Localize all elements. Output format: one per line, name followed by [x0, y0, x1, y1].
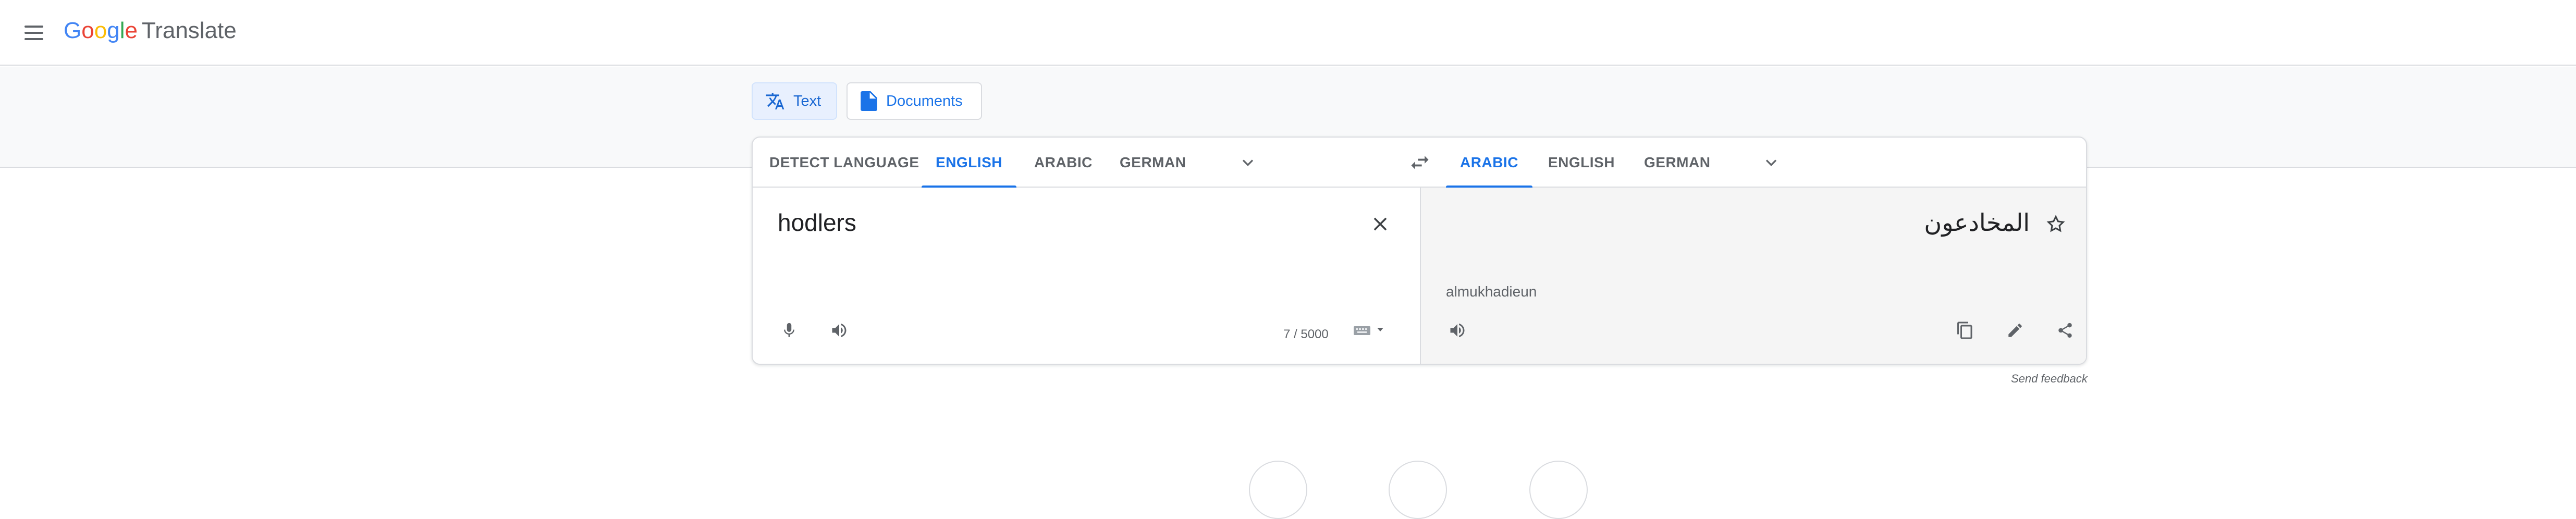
microphone-icon[interactable]	[776, 317, 803, 344]
edit-pencil-icon[interactable]	[2002, 317, 2029, 344]
share-icon[interactable]	[2052, 317, 2079, 344]
logo-letter: g	[107, 18, 120, 43]
swap-languages-icon[interactable]	[1405, 148, 1434, 177]
history-circle-button[interactable]	[1249, 461, 1307, 519]
saved-circle-button[interactable]	[1389, 461, 1447, 519]
text-mode-label: Text	[793, 92, 821, 109]
copy-icon[interactable]	[1952, 317, 1979, 344]
document-icon	[860, 91, 878, 111]
source-lang-arabic[interactable]: ARABIC	[1034, 138, 1093, 188]
target-lang-german[interactable]: GERMAN	[1644, 138, 1710, 188]
input-tools-chevron-down-icon[interactable]	[1374, 323, 1387, 336]
translation-card: DETECT LANGUAGE ENGLISH ARABIC GERMAN AR…	[752, 137, 2087, 365]
target-panel: المخادعون almukhadieun	[1420, 188, 2086, 364]
product-name: Translate	[141, 18, 237, 43]
target-more-languages-chevron-down-icon[interactable]	[1759, 150, 1784, 175]
target-lang-english[interactable]: ENGLISH	[1548, 138, 1615, 188]
target-listen-speaker-icon[interactable]	[1444, 317, 1471, 344]
source-lang-detect[interactable]: DETECT LANGUAGE	[769, 138, 919, 188]
send-feedback-link[interactable]: Send feedback	[2011, 372, 2088, 386]
logo-letter: o	[81, 18, 94, 43]
source-lang-german[interactable]: GERMAN	[1120, 138, 1186, 188]
source-lang-english[interactable]: ENGLISH	[922, 138, 1016, 189]
google-translate-logo[interactable]: G o o g l e Translate	[64, 18, 237, 44]
app-header: G o o g l e Translate	[0, 0, 2576, 66]
save-translation-star-icon[interactable]	[2041, 209, 2070, 239]
source-listen-speaker-icon[interactable]	[826, 317, 853, 344]
transliteration: almukhadieun	[1446, 283, 1537, 300]
logo-letter: l	[119, 18, 125, 43]
character-count: 7 / 5000	[1283, 327, 1329, 341]
logo-letter: e	[125, 18, 138, 43]
language-bar: DETECT LANGUAGE ENGLISH ARABIC GERMAN AR…	[753, 138, 2086, 189]
translated-text: المخادعون	[1924, 209, 2030, 236]
documents-mode-label: Documents	[886, 92, 963, 109]
source-more-languages-chevron-down-icon[interactable]	[1235, 150, 1260, 175]
translate-icon	[765, 91, 785, 111]
target-lang-arabic[interactable]: ARABIC	[1446, 138, 1532, 189]
source-text-input[interactable]: hodlers	[778, 208, 856, 237]
logo-letter: G	[64, 18, 82, 43]
contribute-circle-button[interactable]	[1529, 461, 1588, 519]
text-mode-button[interactable]: Text	[752, 82, 837, 120]
hamburger-menu-icon[interactable]	[21, 20, 47, 46]
keyboard-icon[interactable]	[1352, 321, 1373, 340]
clear-close-icon[interactable]	[1366, 209, 1395, 239]
documents-mode-button[interactable]: Documents	[847, 82, 982, 120]
logo-letter: o	[94, 18, 107, 43]
source-panel: hodlers 7 / 5000	[753, 188, 1420, 364]
